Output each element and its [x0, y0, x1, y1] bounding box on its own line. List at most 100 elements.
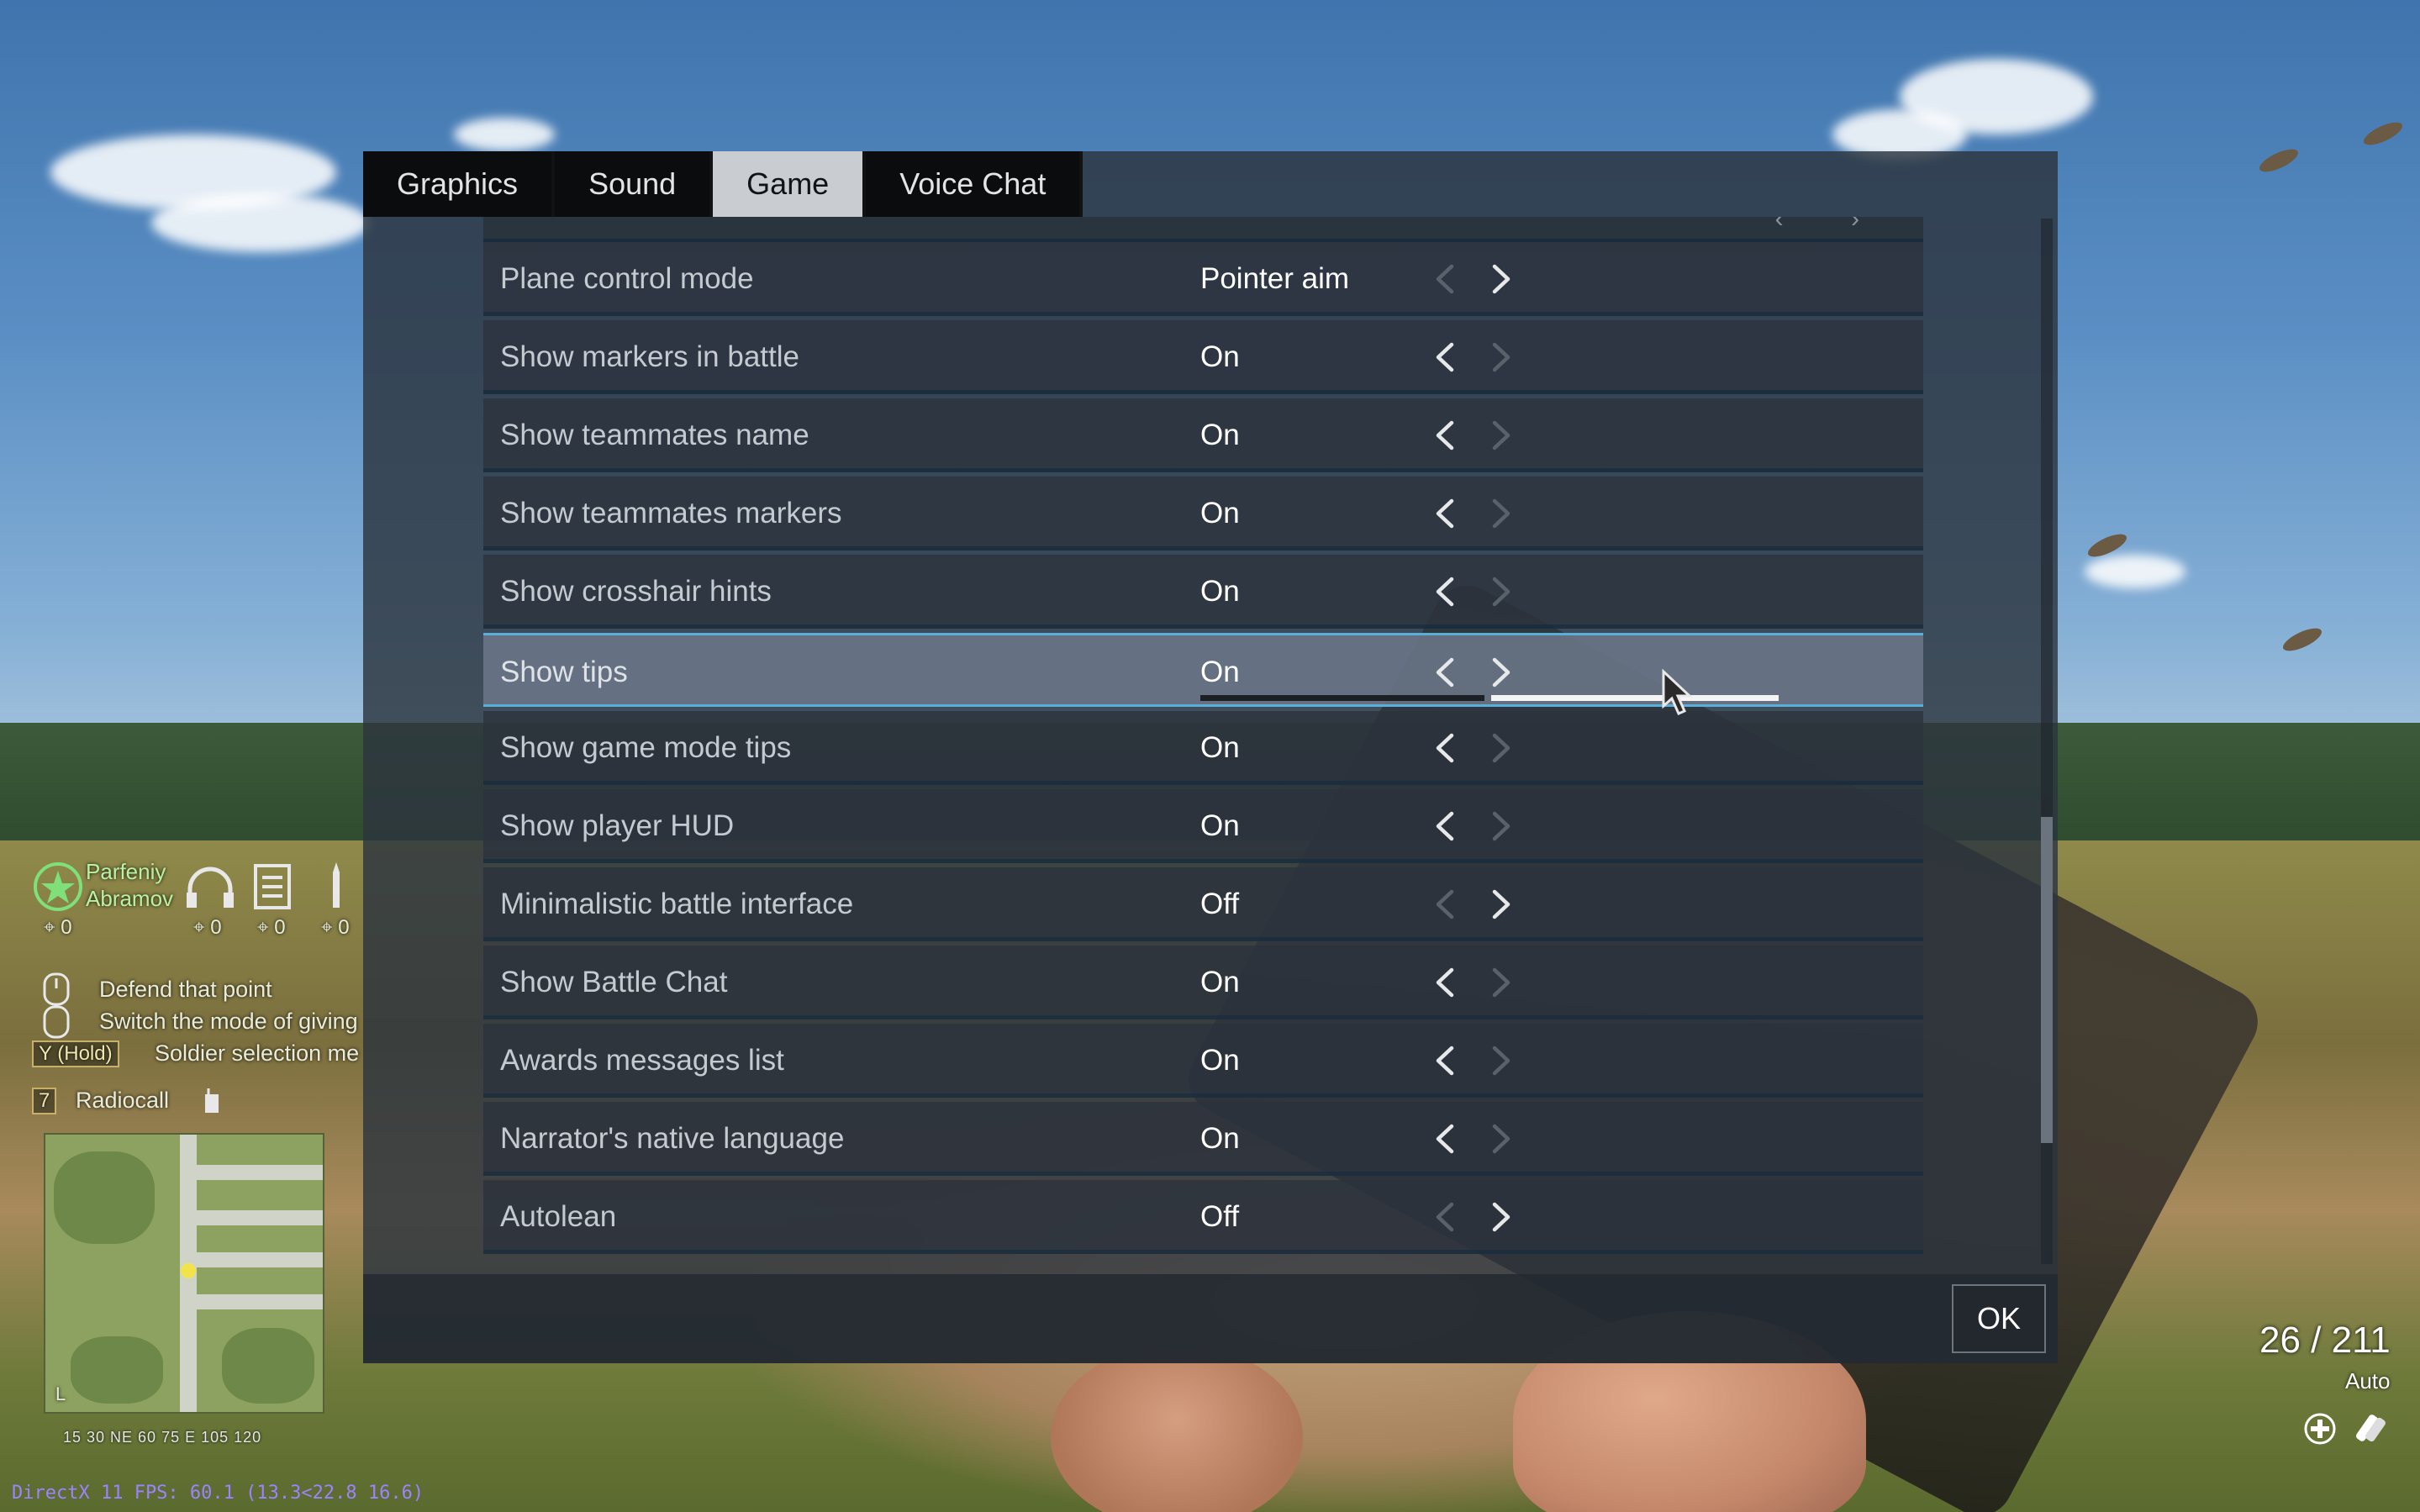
setting-label: Narrator's native language [500, 1122, 845, 1155]
next-option-chevron-right-icon[interactable] [1479, 961, 1521, 1004]
counter: ⌖ 0 [257, 916, 286, 939]
previous-option-chevron-left-icon[interactable] [1425, 258, 1467, 300]
setting-row[interactable]: Awards messages list On [483, 1024, 1923, 1098]
setting-label: Show player HUD [500, 809, 735, 842]
next-option-chevron-right-icon[interactable] [1479, 883, 1521, 925]
next-option-chevron-right-icon[interactable] [1479, 1196, 1521, 1238]
squad-leader-first-name: Parfeniy [86, 859, 166, 884]
fire-mode: Auto [2345, 1368, 2391, 1393]
setting-value: On [1200, 731, 1240, 764]
setting-value: On [1200, 1044, 1240, 1077]
settings-list[interactable]: ‹ › Plane control mode Pointer aim Show ma… [483, 217, 1923, 1264]
setting-row[interactable]: Autolean Off [483, 1180, 1923, 1254]
order-hint: Defend that point [99, 977, 272, 1002]
counter-value: 0 [274, 916, 286, 939]
player-marker-icon [178, 1261, 198, 1285]
setting-row[interactable]: Narrator's native language On [483, 1102, 1923, 1176]
setting-row[interactable]: Show teammates name On [483, 398, 1923, 472]
next-option-chevron-right-icon[interactable] [1479, 1118, 1521, 1160]
ammo-round-icon [328, 861, 345, 915]
setting-value: On [1200, 1122, 1240, 1155]
previous-option-chevron-left-icon[interactable] [1425, 493, 1467, 535]
next-option-chevron-right-icon[interactable] [1479, 336, 1521, 378]
previous-option-chevron-left-icon[interactable] [1425, 961, 1467, 1004]
setting-row[interactable]: Show teammates markers On [483, 477, 1923, 551]
settings-scrollbar[interactable] [2041, 219, 2053, 1264]
next-option-chevron-right-icon[interactable] [1479, 414, 1521, 456]
setting-value: On [1200, 340, 1240, 373]
tab-voice-chat[interactable]: Voice Chat [866, 151, 1080, 217]
next-option-chevron-right-icon[interactable] [1479, 571, 1521, 613]
setting-row[interactable]: Show game mode tips On [483, 711, 1923, 785]
next-option-chevron-right-icon[interactable] [1479, 727, 1521, 769]
previous-option-chevron-left-icon[interactable] [1425, 805, 1467, 847]
previous-option-chevron-left-icon[interactable] [1425, 1040, 1467, 1082]
previous-option-chevron-left-icon[interactable] [1425, 336, 1467, 378]
setting-row[interactable]: Minimalistic battle interface Off [483, 867, 1923, 941]
squad-leader-last-name: Abramov [86, 886, 174, 911]
counter-value: 0 [61, 916, 72, 939]
next-option-chevron-right-icon[interactable] [1479, 651, 1521, 693]
next-option-chevron-right-icon[interactable] [1479, 493, 1521, 535]
minimap-corner-label: L [55, 1383, 66, 1404]
previous-option-chevron-left-icon[interactable] [1425, 883, 1467, 925]
previous-option-chevron-left-icon[interactable] [1425, 414, 1467, 456]
setting-label: Plane control mode [500, 262, 754, 295]
order-hint: Switch the mode of giving [99, 1009, 358, 1034]
setting-row[interactable]: Show player HUD On [483, 789, 1923, 863]
setting-row[interactable]: Show crosshair hints On [483, 555, 1923, 629]
headphones-icon [183, 864, 237, 915]
setting-row[interactable]: Show tips On [483, 633, 1923, 707]
counter: ⌖ 0 [321, 916, 350, 939]
minimap[interactable]: L [44, 1133, 324, 1414]
tab-sound[interactable]: Sound [555, 151, 710, 217]
next-option-chevron-right-icon[interactable] [1479, 1040, 1521, 1082]
previous-option-chevron-left-icon[interactable] [1425, 1196, 1467, 1238]
setting-value: Off [1200, 1200, 1240, 1233]
mouse-cursor-icon [1661, 668, 1695, 716]
dialog-footer: OK [363, 1274, 2058, 1363]
setting-label: Show teammates name [500, 419, 809, 451]
setting-row[interactable]: Show markers in battle On [483, 320, 1923, 394]
setting-label: Awards messages list [500, 1044, 784, 1077]
fps-counter: DirectX 11 FPS: 60.1 (13.3<22.8 16.6) [12, 1483, 424, 1504]
previous-option-chevron-left-icon[interactable] [1425, 571, 1467, 613]
ok-button[interactable]: OK [1952, 1284, 2046, 1353]
setting-row[interactable]: Show Battle Chat On [483, 946, 1923, 1019]
radio-icon [202, 1088, 222, 1119]
scrollbar-thumb[interactable] [2041, 817, 2053, 1143]
slider-active-segment [1491, 695, 1779, 701]
minimap-road [197, 1252, 323, 1267]
partial-row: ‹ › [483, 217, 1923, 242]
minimap-road [197, 1165, 323, 1180]
cloud [2085, 555, 2185, 588]
previous-option-chevron-left-icon[interactable] [1425, 727, 1467, 769]
previous-option-chevron-left-icon[interactable] [1425, 1118, 1467, 1160]
minimap-forest [71, 1336, 163, 1404]
tab-graphics[interactable]: Graphics [363, 151, 552, 217]
next-option-chevron-right-icon[interactable] [1479, 258, 1521, 300]
minimap-forest [54, 1151, 155, 1244]
compass: 15 30 NE 60 75 E 105 120 [63, 1429, 262, 1446]
setting-value: On [1200, 966, 1240, 998]
soldier-badge-icon [32, 861, 84, 917]
cloud [151, 193, 370, 252]
setting-row[interactable]: Plane control mode Pointer aim [483, 242, 1923, 316]
setting-value: Off [1200, 888, 1240, 920]
setting-label: Show tips [500, 656, 628, 688]
previous-option-chevron-left-icon[interactable] [1425, 651, 1467, 693]
settings-tabs: Graphics Sound Game Voice Chat [363, 151, 1083, 217]
minimap-forest [222, 1328, 314, 1404]
counter-value: 0 [210, 916, 222, 939]
setting-label: Show crosshair hints [500, 575, 772, 608]
ammo-counter: 26 / 211 [2259, 1320, 2391, 1361]
slider-inactive-segment [1200, 695, 1484, 701]
list-icon [252, 862, 293, 915]
setting-value: On [1200, 809, 1240, 842]
setting-value: On [1200, 497, 1240, 529]
tab-game[interactable]: Game [713, 151, 863, 217]
next-option-chevron-right-icon[interactable] [1479, 805, 1521, 847]
partial-row-arrows: ‹ › [1774, 217, 1890, 233]
key-hint: Y (Hold) [32, 1040, 119, 1067]
setting-value: On [1200, 575, 1240, 608]
